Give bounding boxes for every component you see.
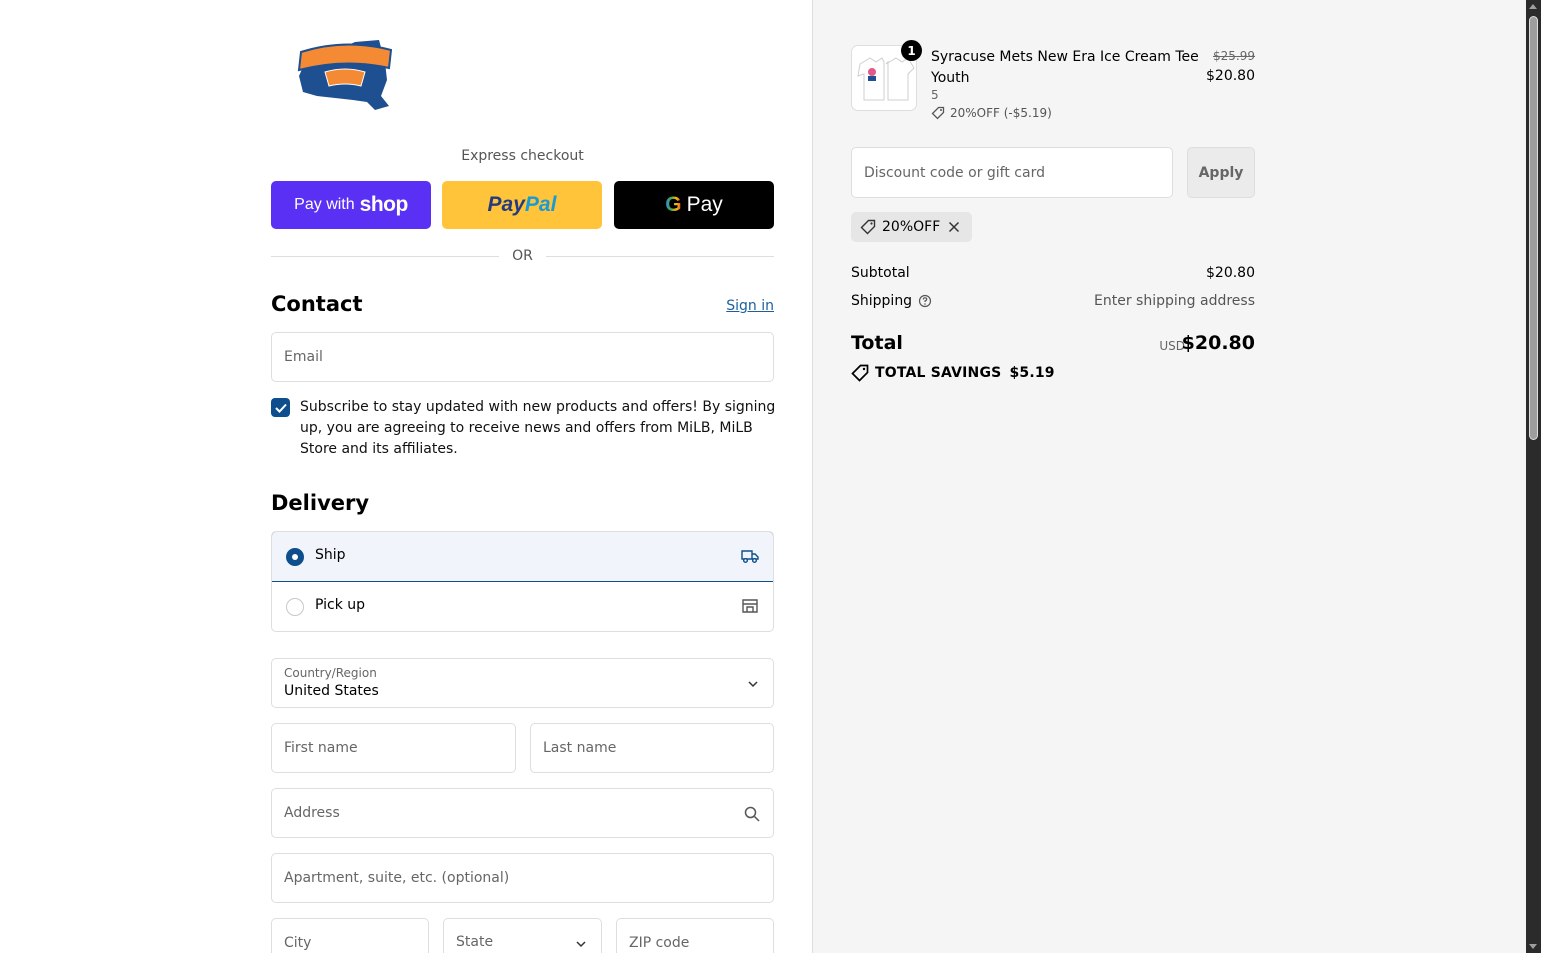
subscribe-checkbox[interactable] xyxy=(271,398,290,417)
total-label: Total xyxy=(851,332,903,354)
apply-button[interactable]: Apply xyxy=(1187,147,1255,198)
paypal-logo-part-2: Pal xyxy=(524,193,557,216)
product-variant: 5 xyxy=(931,88,939,102)
google-pay-button[interactable]: G Pay xyxy=(614,181,774,229)
delivery-method-group: Ship Pick up xyxy=(271,531,774,632)
order-summary-panel xyxy=(812,0,1526,953)
last-name-wrapper xyxy=(530,723,774,773)
search-icon xyxy=(744,806,760,822)
store-icon xyxy=(742,599,758,613)
item-discount-text: 20%OFF (-$5.19) xyxy=(950,106,1052,120)
google-g-icon: G xyxy=(665,193,682,216)
total-savings: TOTAL SAVINGS $5.19 xyxy=(851,364,1055,382)
tag-icon xyxy=(860,219,876,235)
shop-pay-logo-word: shop xyxy=(359,193,409,216)
subtotal-value: $20.80 xyxy=(1206,265,1255,281)
tag-icon xyxy=(851,364,869,382)
chevron-down-icon xyxy=(576,941,586,948)
shop-pay-prefix: Pay with xyxy=(294,196,355,213)
discount-code-input[interactable] xyxy=(852,148,1172,197)
store-logo[interactable] xyxy=(295,36,395,112)
email-input[interactable] xyxy=(272,333,773,381)
city-wrapper xyxy=(271,918,429,953)
state-placeholder: State xyxy=(456,934,494,950)
shop-pay-button[interactable]: Pay with shop xyxy=(271,181,431,229)
pickup-radio[interactable] xyxy=(286,598,304,616)
item-discount: 20%OFF (-$5.19) xyxy=(931,106,1052,120)
checkmark-icon xyxy=(274,403,287,413)
subscribe-text: Subscribe to stay updated with new produ… xyxy=(300,399,776,457)
contact-heading: Contact xyxy=(271,292,363,316)
total-value: $20.80 xyxy=(1181,332,1255,354)
scroll-down-arrow-icon[interactable] xyxy=(1529,944,1537,949)
delivery-heading: Delivery xyxy=(271,491,370,515)
help-circle-icon[interactable] xyxy=(918,294,932,308)
delivery-option-ship[interactable]: Ship xyxy=(272,532,773,582)
address-input[interactable] xyxy=(272,789,773,837)
ship-radio[interactable] xyxy=(286,548,304,566)
state-select[interactable]: State xyxy=(443,918,602,953)
google-pay-word: Pay xyxy=(686,193,723,216)
zip-input[interactable] xyxy=(617,919,773,953)
country-label: Country/Region xyxy=(284,666,377,680)
tag-icon xyxy=(931,106,945,120)
or-divider: OR xyxy=(271,248,774,266)
cart-line-item: 1 Syracuse Mets New Era Ice Cream Tee Yo… xyxy=(851,40,1255,125)
country-value: United States xyxy=(284,683,379,699)
close-icon xyxy=(949,221,960,233)
delivery-option-pickup[interactable]: Pick up xyxy=(272,582,773,631)
paypal-logo-part-1: Pay xyxy=(487,193,525,216)
ship-label: Ship xyxy=(315,547,346,563)
discounted-price: $20.80 xyxy=(1206,68,1255,84)
chevron-down-icon xyxy=(748,681,758,688)
address-wrapper xyxy=(271,788,774,838)
sign-in-link[interactable]: Sign in xyxy=(700,298,774,314)
syracuse-mets-logo-image xyxy=(297,40,393,110)
pickup-label: Pick up xyxy=(315,597,366,613)
city-input[interactable] xyxy=(272,919,428,953)
product-name: Syracuse Mets New Era Ice Cream Tee Yout… xyxy=(931,49,1199,86)
remove-discount-button[interactable] xyxy=(948,221,960,233)
paypal-button[interactable]: Pay Pal xyxy=(442,181,602,229)
scrollbar-thumb[interactable] xyxy=(1529,16,1538,440)
shipping-label-group: Shipping xyxy=(851,293,932,309)
truck-icon xyxy=(741,550,759,563)
shipping-label: Shipping xyxy=(851,293,913,309)
subtotal-row: Subtotal $20.80 xyxy=(851,265,1255,285)
apartment-input[interactable] xyxy=(272,854,773,902)
first-name-input[interactable] xyxy=(272,724,515,772)
zip-wrapper xyxy=(616,918,774,953)
quantity-badge: 1 xyxy=(901,40,922,61)
express-checkout-label: Express checkout xyxy=(461,148,584,164)
last-name-input[interactable] xyxy=(531,724,773,772)
applied-discount-chip: 20%OFF xyxy=(851,212,973,242)
discount-field-wrapper xyxy=(851,147,1173,198)
page-scrollbar[interactable] xyxy=(1526,0,1541,953)
first-name-wrapper xyxy=(271,723,516,773)
applied-code-label: 20%OFF xyxy=(882,219,941,235)
scroll-up-arrow-icon[interactable] xyxy=(1529,4,1537,9)
total-savings-value: $5.19 xyxy=(1009,365,1055,381)
email-field-wrapper xyxy=(271,332,774,382)
country-select[interactable]: Country/Region United States xyxy=(271,658,774,708)
original-price: $25.99 xyxy=(1213,49,1255,63)
total-row: Total USD $20.80 xyxy=(851,332,1255,358)
shipping-row: Shipping Enter shipping address xyxy=(851,293,1255,313)
subtotal-label: Subtotal xyxy=(851,265,910,281)
divider-line-right xyxy=(546,256,774,257)
apartment-wrapper xyxy=(271,853,774,903)
shipping-value: Enter shipping address xyxy=(1094,293,1255,309)
total-savings-label: TOTAL SAVINGS xyxy=(875,365,1002,381)
